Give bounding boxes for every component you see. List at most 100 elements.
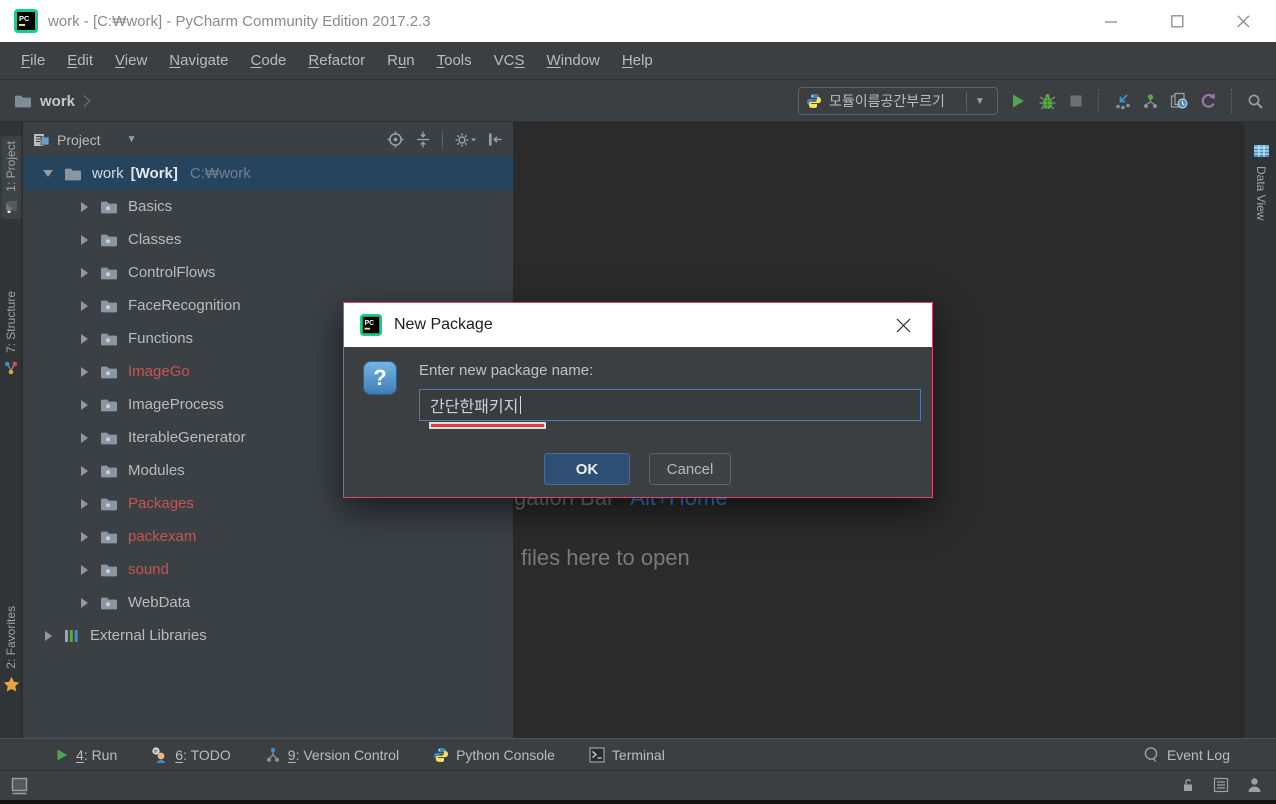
toolwindow-button-project[interactable]: 1: Project — [0, 135, 22, 220]
svg-text:PC: PC — [19, 14, 30, 23]
main-toolbar: work 모듈이름공간부르기 ▼ — [0, 80, 1276, 122]
chevron-right-icon[interactable] — [75, 598, 93, 608]
python-icon — [806, 93, 822, 109]
chevron-right-icon[interactable] — [75, 202, 93, 212]
run-button[interactable] — [1009, 92, 1027, 110]
tree-row-work[interactable]: work[Work]C:₩work — [23, 157, 513, 190]
tree-row-packexam[interactable]: packexam — [23, 520, 513, 553]
chevron-right-icon[interactable] — [75, 301, 93, 311]
menu-run[interactable]: Run — [376, 52, 426, 69]
folder-package-icon — [100, 365, 118, 379]
toolwindow-button-label: Python Console — [456, 747, 555, 763]
recent-changes-button[interactable] — [1170, 92, 1188, 110]
toolwindow-button-favorites[interactable]: 2: Favorites — [0, 600, 22, 698]
chevron-right-icon[interactable] — [75, 499, 93, 509]
run-configuration-select[interactable]: 모듈이름공간부르기 ▼ — [798, 87, 998, 115]
chevron-right-icon[interactable] — [75, 268, 93, 278]
locate-file-button[interactable] — [387, 131, 404, 148]
toolwindow-button-structure[interactable]: 7: Structure — [0, 285, 22, 382]
toolwindow-quick-access-button[interactable] — [10, 776, 30, 796]
toolwindow-button-label: 7: Structure — [4, 291, 18, 353]
folder-package-icon — [100, 233, 118, 247]
folder-package-icon — [100, 398, 118, 412]
breadcrumb[interactable]: work — [14, 80, 91, 122]
menu-edit[interactable]: Edit — [56, 52, 104, 69]
toolwindow-button-event-log[interactable]: Event Log — [1143, 746, 1230, 763]
toolwindow-button-todo[interactable]: 6: TODO — [151, 747, 231, 763]
folder-package-icon — [100, 497, 118, 511]
chevron-right-icon[interactable] — [75, 367, 93, 377]
menu-help[interactable]: Help — [611, 52, 664, 69]
menu-navigate[interactable]: Navigate — [158, 52, 239, 69]
menu-tools[interactable]: Tools — [426, 52, 483, 69]
menu-view[interactable]: View — [104, 52, 158, 69]
tree-row-label: ImageGo — [128, 363, 190, 380]
rollback-button[interactable] — [1199, 92, 1217, 110]
vcs-commit-button[interactable] — [1142, 93, 1159, 110]
debug-button[interactable] — [1038, 92, 1057, 111]
maximize-button[interactable] — [1144, 0, 1210, 42]
menu-code[interactable]: Code — [240, 52, 298, 69]
toolwindow-button-run[interactable]: 4: Run — [55, 747, 117, 763]
project-panel-toolbar — [387, 131, 503, 149]
chevron-right-icon[interactable] — [75, 235, 93, 245]
close-button[interactable] — [1210, 0, 1276, 42]
menu-bar: FileEditViewNavigateCodeRefactorRunTools… — [0, 42, 1276, 80]
ok-button[interactable]: OK — [544, 453, 630, 485]
tree-row-basics[interactable]: Basics — [23, 190, 513, 223]
minimize-button[interactable] — [1078, 0, 1144, 42]
chevron-down-icon[interactable]: ▼ — [127, 134, 137, 145]
chevron-right-icon — [83, 94, 91, 108]
ime-composition-underline — [429, 422, 546, 429]
toolbar-separator — [1231, 89, 1233, 113]
toolwindow-button-terminal[interactable]: Terminal — [589, 747, 665, 763]
menu-refactor[interactable]: Refactor — [297, 52, 376, 69]
tree-row-controlflows[interactable]: ControlFlows — [23, 256, 513, 289]
cancel-button[interactable]: Cancel — [649, 453, 731, 485]
tree-row-webdata[interactable]: WebData — [23, 586, 513, 619]
folder-icon — [64, 167, 82, 181]
folder-package-icon — [100, 266, 118, 280]
tree-row-sound[interactable]: sound — [23, 553, 513, 586]
chevron-right-icon[interactable] — [75, 433, 93, 443]
dialog-close-button[interactable] — [890, 312, 916, 338]
chevron-right-icon[interactable] — [75, 400, 93, 410]
package-name-input[interactable]: 간단한패키지 — [419, 389, 921, 421]
vcs-update-button[interactable] — [1114, 93, 1131, 110]
window-titlebar: PC work - [C:₩work] - PyCharm Community … — [0, 0, 1276, 42]
chevron-down-icon[interactable] — [39, 170, 57, 177]
hide-panel-button[interactable] — [487, 132, 503, 147]
menu-file[interactable]: File — [10, 52, 56, 69]
unlock-icon[interactable] — [1180, 777, 1195, 793]
chevron-right-icon[interactable] — [75, 466, 93, 476]
toolwindow-button-data-view[interactable]: Data View — [1245, 137, 1276, 226]
chevron-right-icon[interactable] — [39, 631, 57, 641]
toolwindow-button-version-control[interactable]: 9: Version Control — [265, 747, 399, 763]
gear-settings-button[interactable] — [454, 132, 476, 148]
collapse-all-button[interactable] — [415, 131, 431, 148]
left-tool-stripe: 1: Project 7: Structure 2: Favorites — [0, 122, 22, 738]
menu-vcs[interactable]: VCS — [483, 52, 536, 69]
project-panel-title[interactable]: Project — [57, 132, 101, 148]
toolwindow-button-label: Terminal — [612, 747, 665, 763]
window-controls — [1078, 0, 1276, 42]
stop-button[interactable] — [1068, 93, 1084, 109]
tree-row-external-libraries[interactable]: External Libraries — [23, 619, 513, 652]
dialog-prompt-label: Enter new package name: — [419, 362, 593, 379]
menu-window[interactable]: Window — [536, 52, 611, 69]
chevron-right-icon[interactable] — [75, 565, 93, 575]
toolwindow-button-python-console[interactable]: Python Console — [433, 747, 555, 763]
structure-icon — [3, 360, 19, 376]
chevron-right-icon[interactable] — [75, 334, 93, 344]
status-bar-widgets — [1180, 777, 1262, 793]
chevron-right-icon[interactable] — [75, 532, 93, 542]
terminal-icon — [589, 747, 605, 763]
scroll-log-icon[interactable] — [1213, 777, 1229, 793]
search-everywhere-button[interactable] — [1247, 93, 1264, 110]
tree-row-label: IterableGenerator — [128, 429, 246, 446]
tree-row-classes[interactable]: Classes — [23, 223, 513, 256]
folder-package-icon — [100, 431, 118, 445]
question-icon: ? — [363, 361, 397, 395]
hector-inspections-icon[interactable] — [1247, 777, 1262, 793]
tree-row-path: C:₩work — [190, 165, 251, 182]
